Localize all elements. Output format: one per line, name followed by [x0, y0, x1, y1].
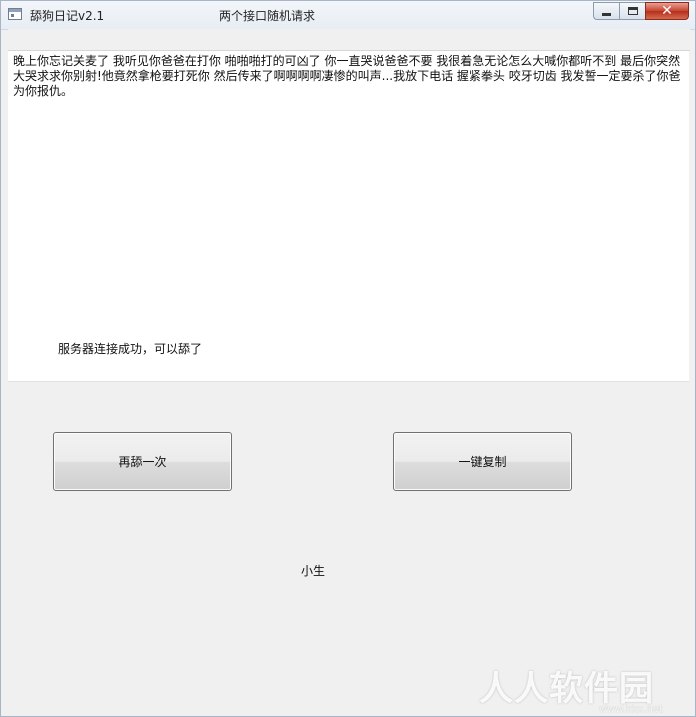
menu-strip [8, 29, 690, 51]
minimize-button[interactable] [593, 2, 619, 20]
watermark-url: www.kkx.net [599, 704, 663, 715]
copy-button[interactable]: 一键复制 [393, 432, 572, 491]
title-bar[interactable]: 舔狗日记v2.1 两个接口随机请求 ✕ [1, 1, 695, 30]
window-subtitle: 两个接口随机请求 [219, 9, 316, 23]
author-label: 小生 [301, 564, 326, 578]
minimize-icon [602, 13, 611, 16]
app-window: 舔狗日记v2.1 两个接口随机请求 ✕ 晚上你忘记关麦了 我听见你爸爸在打你 啪… [0, 0, 696, 717]
close-button[interactable]: ✕ [645, 2, 689, 20]
connection-status: 服务器连接成功，可以舔了 [58, 342, 203, 356]
watermark-text: 人人软件园 [479, 669, 654, 709]
window-title: 舔狗日记v2.1 [30, 9, 105, 23]
maximize-button[interactable] [619, 2, 645, 20]
diary-text-area[interactable]: 晚上你忘记关麦了 我听见你爸爸在打你 啪啪啪打的可凶了 你一直哭说爸爸不要 我很… [8, 51, 689, 382]
diary-text: 晚上你忘记关麦了 我听见你爸爸在打你 啪啪啪打的可凶了 你一直哭说爸爸不要 我很… [13, 54, 681, 98]
close-icon: ✕ [661, 3, 673, 19]
caption-buttons: ✕ [593, 2, 689, 21]
app-window-icon [8, 8, 22, 20]
maximize-icon [628, 7, 638, 15]
lick-again-button[interactable]: 再舔一次 [53, 432, 232, 491]
